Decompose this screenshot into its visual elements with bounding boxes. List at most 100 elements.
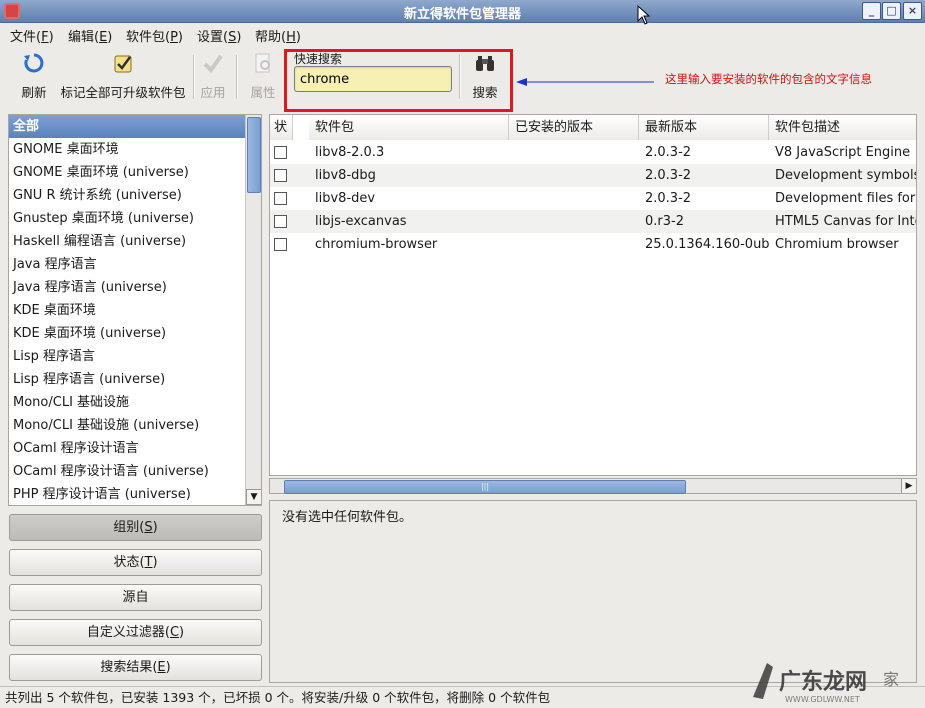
filter-button-label: 搜索结果( (100, 660, 158, 675)
package-status-checkbox[interactable] (274, 169, 287, 182)
category-item[interactable]: KDE 桌面环境 (universe) (9, 322, 246, 345)
toolbar-separator (193, 55, 195, 99)
cell-package: chromium-browser (315, 237, 438, 252)
close-button[interactable]: × (903, 2, 922, 20)
cell-installed (515, 233, 640, 256)
filter-button[interactable]: 组别(S) (9, 514, 262, 541)
mark-all-upgrades-button[interactable]: 标记全部可升级软件包 (56, 51, 190, 101)
category-item[interactable]: Mono/CLI 基础设施 (9, 391, 246, 414)
category-scrollbar[interactable]: ▼ (245, 115, 261, 505)
scroll-right-arrow-icon[interactable]: ▶ (901, 479, 916, 493)
annotation-text: 这里输入要安装的软件的包含的文字信息 (665, 72, 872, 86)
cell-description: Development symbols (775, 168, 916, 183)
details-text: 没有选中任何软件包。 (282, 510, 413, 525)
properties-button[interactable]: 属性 (245, 51, 281, 101)
watermark-logo: 广东龙网 家 WWW.GDLWW.NET (753, 663, 899, 704)
cell-package: libv8-dev (315, 191, 376, 206)
menu-edit[interactable]: 编辑(E) (68, 26, 112, 45)
cell-description: Development files for (775, 191, 916, 206)
title-bar: 新立得软件包管理器 _ □ × (0, 0, 925, 23)
table-row[interactable]: libjs-excanvas 0.r3-2 HTML5 Canvas for Int… (270, 210, 916, 233)
package-table: 状 软件包 已安装的版本 最新版本 软件包描述 libv8-2.0.3 2.0.3… (269, 114, 917, 476)
filter-button-label-suffix: ) (152, 555, 158, 570)
column-header-package[interactable]: 软件包 (309, 115, 509, 140)
table-row[interactable]: libv8-2.0.3 2.0.3-2 V8 JavaScript Engine (270, 141, 916, 164)
filter-button-label: 状态( (113, 555, 145, 570)
column-header-status[interactable]: 状 (270, 115, 293, 140)
table-horizontal-scrollbar[interactable]: ||| ▶ (269, 478, 917, 494)
column-header-latest-version[interactable]: 最新版本 (639, 115, 769, 140)
filter-button[interactable]: 自定义过滤器(C) (9, 619, 262, 646)
cell-installed (515, 187, 640, 210)
annotation-highlight-box (284, 49, 513, 112)
status-text: 共列出 5 个软件包，已安装 1393 个，已坏损 0 个。将安装/升级 0 个… (5, 690, 551, 705)
category-list: 全部 GNOME 桌面环境 GNOME 桌面环境 (universe) GNU R 统… (8, 114, 262, 506)
cell-installed (515, 210, 640, 233)
category-item[interactable]: OCaml 程序设计语言 (universe) (9, 460, 246, 483)
apply-checkmark-icon (203, 54, 223, 74)
svg-text:WWW.GDLWW.NET: WWW.GDLWW.NET (785, 695, 860, 704)
filter-button[interactable]: 搜索结果(E) (9, 654, 262, 681)
category-scrollbar-thumb[interactable] (247, 117, 261, 193)
category-item[interactable]: Java 程序语言 (9, 253, 246, 276)
toolbar-separator (236, 55, 238, 99)
category-item[interactable]: Gnustep 桌面环境 (universe) (9, 207, 246, 230)
menu-settings[interactable]: 设置(S) (197, 26, 241, 45)
column-header-installed-version[interactable]: 已安装的版本 (509, 115, 639, 140)
properties-label: 属性 (250, 85, 276, 100)
table-row[interactable]: chromium-browser 25.0.1364.160-0ubu Chromi… (270, 233, 916, 256)
category-item[interactable]: PHP 程序设计语言 (universe) (9, 483, 246, 505)
filter-button-label: 组别( (113, 520, 145, 535)
category-item[interactable]: 全部 (9, 115, 246, 138)
category-item[interactable]: Mono/CLI 基础设施 (universe) (9, 414, 246, 437)
filter-button[interactable]: 源自 (9, 584, 262, 611)
reload-button[interactable]: 刷新 (14, 51, 54, 101)
annotation-arrow-icon (516, 78, 654, 86)
filter-button-label-suffix: ) (165, 660, 171, 675)
table-scrollbar-thumb[interactable]: ||| (284, 480, 686, 494)
cell-latest: 0.r3-2 (645, 214, 684, 229)
apply-button[interactable]: 应用 (196, 51, 230, 101)
cell-description: V8 JavaScript Engine (775, 145, 911, 160)
package-status-checkbox[interactable] (274, 146, 287, 159)
cell-installed (515, 164, 640, 187)
filter-button-accesskey: S (144, 520, 153, 535)
category-item[interactable]: Haskell 编程语言 (universe) (9, 230, 246, 253)
package-status-checkbox[interactable] (274, 238, 287, 251)
scroll-down-arrow-icon[interactable]: ▼ (246, 489, 261, 505)
package-status-checkbox[interactable] (274, 192, 287, 205)
menu-file[interactable]: 文件(F) (10, 26, 54, 45)
cell-latest: 2.0.3-2 (645, 191, 692, 206)
filter-button-label: 自定义过滤器( (86, 625, 170, 640)
mouse-cursor-icon (637, 5, 651, 25)
category-item[interactable]: Java 程序语言 (universe) (9, 276, 246, 299)
menu-help[interactable]: 帮助(H) (255, 26, 301, 45)
cell-package: libv8-dbg (315, 168, 376, 183)
reload-icon (24, 53, 44, 73)
category-item[interactable]: Lisp 程序语言 (universe) (9, 368, 246, 391)
filter-button-accesskey: E (157, 660, 166, 675)
properties-icon (255, 53, 270, 73)
category-item[interactable]: KDE 桌面环境 (9, 299, 246, 322)
maximize-button[interactable]: □ (882, 2, 901, 20)
cell-latest: 2.0.3-2 (645, 145, 692, 160)
filter-button-label-suffix: ) (152, 520, 158, 535)
category-item[interactable]: GNOME 桌面环境 (universe) (9, 161, 246, 184)
package-status-checkbox[interactable] (274, 215, 287, 228)
menu-package[interactable]: 软件包(P) (126, 26, 183, 45)
table-row[interactable]: libv8-dev 2.0.3-2 Development files for (270, 187, 916, 210)
minimize-button[interactable]: _ (862, 2, 881, 20)
filter-button-accesskey: C (169, 625, 180, 640)
cell-description: Chromium browser (775, 237, 899, 252)
column-header-description[interactable]: 软件包描述 (769, 115, 916, 140)
reload-label: 刷新 (21, 85, 47, 100)
filter-button[interactable]: 状态(T) (9, 549, 262, 576)
table-row[interactable]: libv8-dbg 2.0.3-2 Development symbols (270, 164, 916, 187)
category-item[interactable]: GNOME 桌面环境 (9, 138, 246, 161)
window-title: 新立得软件包管理器 (403, 7, 521, 22)
category-item[interactable]: GNU R 统计系统 (universe) (9, 184, 246, 207)
category-item[interactable]: OCaml 程序设计语言 (9, 437, 246, 460)
apply-label: 应用 (200, 85, 226, 100)
cell-package: libjs-excanvas (315, 214, 407, 229)
category-item[interactable]: Lisp 程序语言 (9, 345, 246, 368)
